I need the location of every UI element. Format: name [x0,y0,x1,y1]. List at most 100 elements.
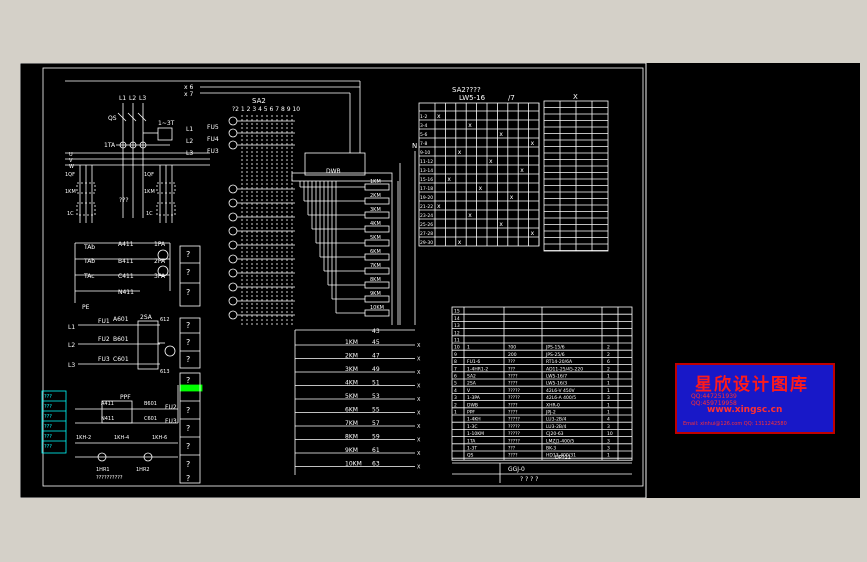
parts-cell: AD11-25/45-220 [546,366,583,372]
lw-row-label: 1-2 [420,114,427,120]
km-list-x: X [417,384,421,390]
km-list: 43 1KM 45 X 2KM 47 X 3KM 49 X 4KM 51 X 5KM 53 X 6KM 55 X 7… [294,328,421,475]
stamp-label-1: ??? [44,394,52,400]
lw-row-label: 23-24 [420,213,433,219]
lw-row-label: 15-16 [420,177,433,183]
parts-cell: 1 [467,345,470,351]
parts-cell: SA2 [467,374,476,380]
lw-row-label: 29-30 [420,240,433,246]
phase-l1: L1 [119,95,126,102]
left-stamp: ??? ??? ??? ??? ??? ??? [41,390,67,454]
sa2-contact [228,240,238,250]
title-code: DP?11 [555,455,571,461]
km-coil-label: 2KM [370,193,381,199]
sa-title: SA2???? [452,86,481,94]
logo-email: Email: xinhui@126.com QQ: 1311242580 [683,421,787,427]
parts-cell: DWB [467,402,478,408]
parts-cell: 6 [454,374,457,380]
lw-mark: x [437,113,441,120]
heater-section: PPF A411 B601 N411 C601 FU2 FU3 1KH-2 1K… [75,384,203,481]
parts-cell: RT14-20/6A [546,359,573,365]
parts-cell: ????? [508,431,521,437]
lw-mark: x [531,140,535,147]
t-label: 1~3T [158,120,175,127]
sa2-contact [228,140,238,150]
lw-mark: x [458,239,462,246]
km-list-x: X [417,465,421,471]
parts-cell: 5 [454,381,457,387]
parts-cell: 15 [454,309,460,315]
lw-row-label: 13-14 [420,168,433,174]
lw-title: LW5-16 [459,94,486,102]
lw-row-label: 5-6 [420,132,427,138]
parts-cell: 9 [454,352,457,358]
lw-row-label: 19-20 [420,195,433,201]
parts-cell: JPJ-2 [545,410,556,416]
parts-cell: 2 [607,366,610,372]
parts-cell: 3 [607,446,610,452]
volt-612: 612 [160,317,170,323]
right-qf: 1QF [144,172,154,178]
sa2-switch: SA2 ?2 1 2 3 4 5 6 7 8 9 10 FU5 FU4 FU3 … [186,97,300,325]
hr-1: 1HR1 [96,467,110,473]
parts-cell: JPS-25/6 [545,352,565,358]
km-coil-label: 1KM [370,179,381,185]
km-list-num: 45 [372,339,380,346]
km-list-name: 4KM [345,380,358,387]
ammeter-section: TAb A411 1PA TAb B411 2PA TAc C411 3PA N… [74,241,171,311]
km-list-name: 5KM [345,393,358,400]
qmark-5: ? [186,338,190,347]
parts-cell: 3 [607,424,610,430]
hr-caption: ?????????? [96,475,123,481]
parts-cell: ????? [508,388,521,394]
dwb-label: DWB [326,168,341,175]
km-list-x: X [417,397,421,403]
parts-cell: ????? [508,424,521,430]
lw-mark: x [468,122,472,129]
km-list-name: 2KM [345,353,358,360]
km-list-x: X [417,343,421,349]
parts-cell: 4 [454,388,457,394]
lw-row-label: 25-26 [420,222,433,228]
sa2-contact [228,268,238,278]
feed-x7: x 7 [184,91,193,98]
lw-sub: /7 [508,94,515,102]
meter-c-1: 1PA [154,241,166,248]
parts-cell: 200 [508,352,517,358]
right-c: 1C [146,211,153,217]
lw-mark: x [458,149,462,156]
parts-cell: BK-3 [546,446,556,452]
sa2-contact [228,212,238,222]
km-list-num: 61 [372,447,380,454]
meter-b-4: N411 [118,289,134,296]
l-in-3: L3 [186,150,193,157]
km-list-x: X [417,370,421,376]
parts-cell: 3 [607,438,610,444]
parts-cell: 1 [607,381,610,387]
parts-cell: LW5-16/3 [546,381,567,387]
parts-cell: ????? [508,438,521,444]
x-title: X [573,93,578,101]
lw-mark: x [468,212,472,219]
km-coil-label: 5KM [370,235,381,241]
sa2-contact [228,128,238,138]
volt-fu2: FU2 [98,336,110,343]
lw-mark: x [531,230,535,237]
km-list-num: 53 [372,393,380,400]
lw-mark: x [520,167,524,174]
parts-cell: 1 [454,410,457,416]
sa2-contact [228,184,238,194]
qmark-6: ? [186,355,190,364]
parts-cell: 4 [607,417,610,423]
parts-cell: ???? [508,410,518,416]
bus-w: W [69,164,74,170]
volt-l3: L3 [68,362,75,369]
parts-cell: ?00 [508,345,516,351]
km-coil-label: 9KM [370,291,381,297]
volt-l2: L2 [68,342,75,349]
parts-cell: 42L6-V 450V [546,388,576,394]
parts-cell: PPF [467,410,475,416]
volt-fu3: FU3 [98,356,110,363]
km-small-group: 1KM 2KM 3KM 4KM 5KM 6KM 7KM 8KM 9KM 10KM [299,179,390,317]
lw-row-label: 9-10 [420,150,430,156]
